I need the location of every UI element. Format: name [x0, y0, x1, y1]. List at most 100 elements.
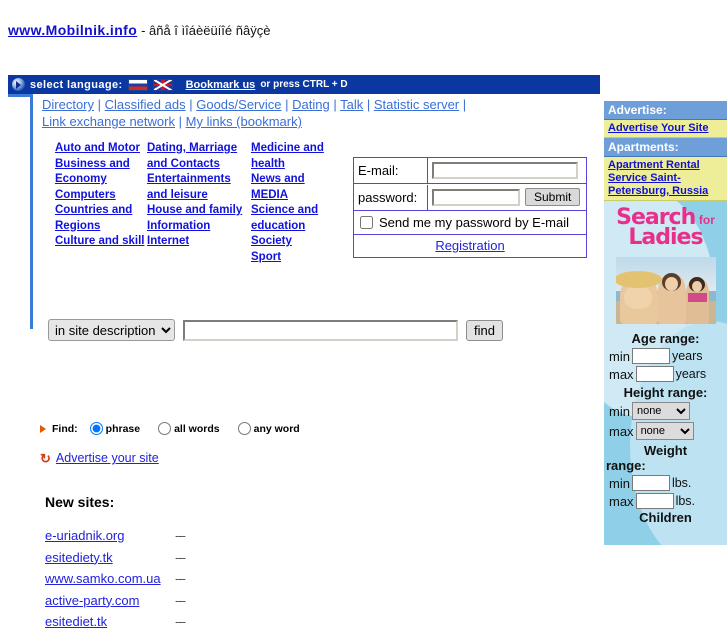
category-link-computers[interactable]: Computers — [55, 188, 147, 204]
category-link-news-and-media[interactable]: News and MEDIA — [251, 172, 343, 203]
site-home-link[interactable]: www.Mobilnik.info — [8, 22, 137, 38]
category-link-auto-and-motor[interactable]: Auto and Motor — [55, 141, 147, 157]
nav-link-my-links[interactable]: My links (bookmark) — [186, 114, 302, 129]
list-item: e-uriadnik.org --- — [45, 525, 186, 547]
list-item: active-party.com --- — [45, 590, 186, 612]
new-site-link[interactable]: e-uriadnik.org — [45, 525, 175, 547]
height-max-row: max none — [604, 421, 727, 441]
new-site-link[interactable]: www.samko.com.ua — [45, 568, 175, 590]
category-link-information[interactable]: Information — [147, 219, 251, 235]
nav-link-directory[interactable]: Directory — [42, 97, 94, 112]
weight-max-field[interactable] — [635, 493, 674, 509]
nav-separator: | — [178, 114, 182, 129]
nav-link-talk[interactable]: Talk — [340, 97, 363, 112]
sidebar-item-advertise[interactable]: Advertise Your Site — [604, 120, 727, 138]
category-link-house-and-family[interactable]: House and family — [147, 203, 251, 219]
search-input[interactable] — [183, 319, 458, 341]
new-site-link[interactable]: esitediety.tk — [45, 547, 175, 569]
category-link-entertainments-and-leisure[interactable]: Entertainments and leisure — [147, 172, 251, 203]
send-password-checkbox[interactable] — [360, 216, 373, 229]
search-mode-all-words-radio[interactable] — [158, 422, 172, 435]
login-checkbox-row: Send me my password by E-mail — [354, 211, 586, 235]
password-field[interactable] — [432, 188, 520, 206]
age-max-field[interactable] — [635, 366, 674, 382]
nav-separator: | — [333, 97, 337, 112]
height-max-select[interactable]: none — [635, 422, 694, 440]
new-site-link[interactable]: active-party.com — [45, 590, 175, 612]
nav-link-dating[interactable]: Dating — [292, 97, 330, 112]
max-label: max — [609, 366, 634, 382]
search-mode-all-words[interactable]: all words — [158, 422, 220, 435]
new-sites-heading: New sites: — [45, 494, 115, 510]
nav-link-link-exchange-network[interactable]: Link exchange network — [42, 114, 175, 129]
registration-link[interactable]: Registration — [435, 238, 504, 253]
category-link-society[interactable]: Society — [251, 234, 343, 250]
category-link-sport[interactable]: Sport — [251, 250, 343, 266]
sidebar-advertise-link[interactable]: Advertise Your Site — [608, 122, 723, 135]
nav-link-classified-ads[interactable]: Classified ads — [105, 97, 186, 112]
send-password-row: Send me my password by E-mail — [354, 211, 573, 234]
nav-separator: | — [189, 97, 193, 112]
search-mode-phrase-radio[interactable] — [89, 422, 103, 435]
search-mode-phrase[interactable]: phrase — [89, 422, 140, 435]
weight-max-row: max lbs. — [604, 492, 727, 510]
height-min-select[interactable]: none — [631, 402, 690, 420]
site-tagline: - âñå î ìîáèëüíîé ñâÿçè — [141, 23, 271, 38]
category-link-countries-and-regions[interactable]: Countries and Regions — [55, 203, 147, 234]
find-button[interactable]: find — [466, 319, 503, 341]
nav-row-2: Link exchange network | My links (bookma… — [42, 113, 587, 130]
weight-min-field[interactable] — [631, 475, 670, 491]
list-item: www.samko.com.ua --- — [45, 568, 186, 590]
login-password-row: password: Submit — [354, 184, 586, 211]
category-column-2: Dating, Marriage and Contacts Entertainm… — [147, 141, 251, 265]
category-link-business-and-economy[interactable]: Business and Economy — [55, 157, 147, 188]
recycle-icon: ↻ — [40, 450, 51, 466]
max-label: max — [609, 423, 634, 439]
list-item: esitediet.tk --- — [45, 611, 186, 633]
category-columns: Auto and Motor Business and Economy Comp… — [55, 141, 345, 265]
new-site-description: --- — [175, 528, 186, 543]
sidebar-apartments-link[interactable]: Apartment Rental Service Saint-Petersbur… — [608, 159, 723, 198]
bookmark-hint: or press CTRL + D — [260, 79, 348, 90]
login-registration-row: Registration — [354, 235, 586, 257]
right-sidebar: Advertise: Advertise Your Site Apartment… — [604, 101, 727, 545]
email-field[interactable] — [432, 162, 578, 179]
search-mode-row: Find: phrase all words any word — [40, 422, 314, 435]
weight-max-unit: lbs. — [675, 494, 696, 508]
category-link-science-and-education[interactable]: Science and education — [251, 203, 343, 234]
flag-russia-icon[interactable] — [127, 78, 148, 91]
email-cell — [428, 158, 586, 183]
category-link-internet[interactable]: Internet — [147, 234, 251, 250]
nav-separator: | — [97, 97, 102, 112]
category-column-1: Auto and Motor Business and Economy Comp… — [55, 141, 147, 265]
age-max-unit: years — [675, 367, 707, 381]
nav-separator: | — [366, 97, 371, 112]
nav-separator: | — [285, 97, 289, 112]
search-for-ladies-panel: Search for Ladies Age range: min years m… — [604, 201, 727, 545]
photo-figure-1-face — [624, 285, 652, 309]
ladies-search-form: Age range: min years max years Height ra… — [604, 329, 727, 525]
advertise-your-site-link[interactable]: Advertise your site — [56, 451, 159, 465]
search-mode-any-word-radio[interactable] — [237, 422, 251, 435]
nav-link-statistic-server[interactable]: Statistic server — [374, 97, 459, 112]
min-label: min — [609, 348, 630, 364]
search-mode-any-word[interactable]: any word — [237, 422, 300, 435]
search-scope-select[interactable]: in site description — [48, 319, 175, 341]
new-sites-list: e-uriadnik.org --- esitediety.tk --- www… — [45, 525, 186, 633]
sidebar-header-advertise: Advertise: — [604, 101, 727, 120]
flag-uk-icon[interactable] — [152, 78, 173, 91]
category-link-culture-and-skill[interactable]: Culture and skill — [55, 234, 147, 250]
select-language-label: select language: — [30, 78, 123, 91]
category-link-dating-marriage-and-contacts[interactable]: Dating, Marriage and Contacts — [147, 141, 251, 172]
new-site-description: --- — [175, 592, 186, 608]
play-circle-icon — [12, 78, 25, 91]
nav-link-goods-service[interactable]: Goods/Service — [196, 97, 281, 112]
sidebar-item-apartments[interactable]: Apartment Rental Service Saint-Petersbur… — [604, 157, 727, 201]
submit-button[interactable]: Submit — [525, 188, 581, 206]
bookmark-us-link[interactable]: Bookmark us — [186, 79, 256, 91]
category-link-medicine-and-health[interactable]: Medicine and health — [251, 141, 343, 172]
list-item: esitediety.tk --- — [45, 547, 186, 569]
new-site-description: --- — [175, 549, 186, 565]
age-min-field[interactable] — [631, 348, 670, 364]
new-site-link[interactable]: esitediet.tk — [45, 611, 175, 633]
